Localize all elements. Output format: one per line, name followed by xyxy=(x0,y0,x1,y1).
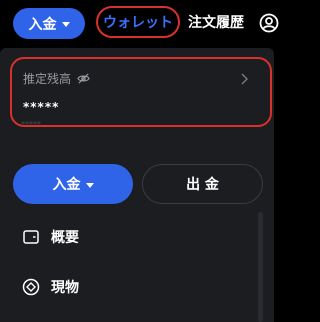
balance-label-row: 推定残高 xyxy=(23,70,90,87)
tab-wallet[interactable]: ウォレット xyxy=(96,6,180,38)
deposit-button-label: 入金 xyxy=(28,16,57,33)
withdraw-button-text: 出 金 xyxy=(186,177,219,193)
tab-order-history[interactable]: 注文履歴 xyxy=(188,14,244,32)
menu-item-overview[interactable]: 概要 xyxy=(22,226,79,248)
tab-order-history-label: 注文履歴 xyxy=(188,15,244,31)
menu-item-spot[interactable]: 現物 xyxy=(22,276,79,298)
deposit-button-text: 入金 xyxy=(52,177,81,193)
wallet-page: 入金 ウォレット 注文履歴 推定残高 ***** ***** 入金 出 金 概要… xyxy=(0,0,300,322)
estimated-balance-card[interactable]: 推定残高 ***** xyxy=(10,57,272,127)
spot-diamond-icon xyxy=(22,278,40,296)
user-circle-icon[interactable] xyxy=(259,13,279,33)
caret-down-icon xyxy=(85,182,94,188)
top-navigation-bar: 入金 ウォレット 注文履歴 xyxy=(0,0,300,48)
balance-sub-value: ***** xyxy=(21,120,41,129)
balance-value: ***** xyxy=(23,100,60,114)
caret-down-icon xyxy=(61,22,70,27)
deposit-dropdown-button[interactable]: 入金 xyxy=(13,8,85,39)
menu-item-overview-label: 概要 xyxy=(51,230,79,246)
chevron-right-icon[interactable] xyxy=(240,73,248,85)
menu-item-spot-label: 現物 xyxy=(51,280,79,296)
wallet-icon xyxy=(23,230,39,244)
tab-wallet-label: ウォレット xyxy=(103,15,173,31)
withdraw-button[interactable]: 出 金 xyxy=(142,164,263,204)
balance-label: 推定残高 xyxy=(23,72,72,86)
eye-off-icon[interactable] xyxy=(77,72,90,85)
deposit-button[interactable]: 入金 xyxy=(13,164,133,204)
scrollbar[interactable] xyxy=(258,212,263,322)
